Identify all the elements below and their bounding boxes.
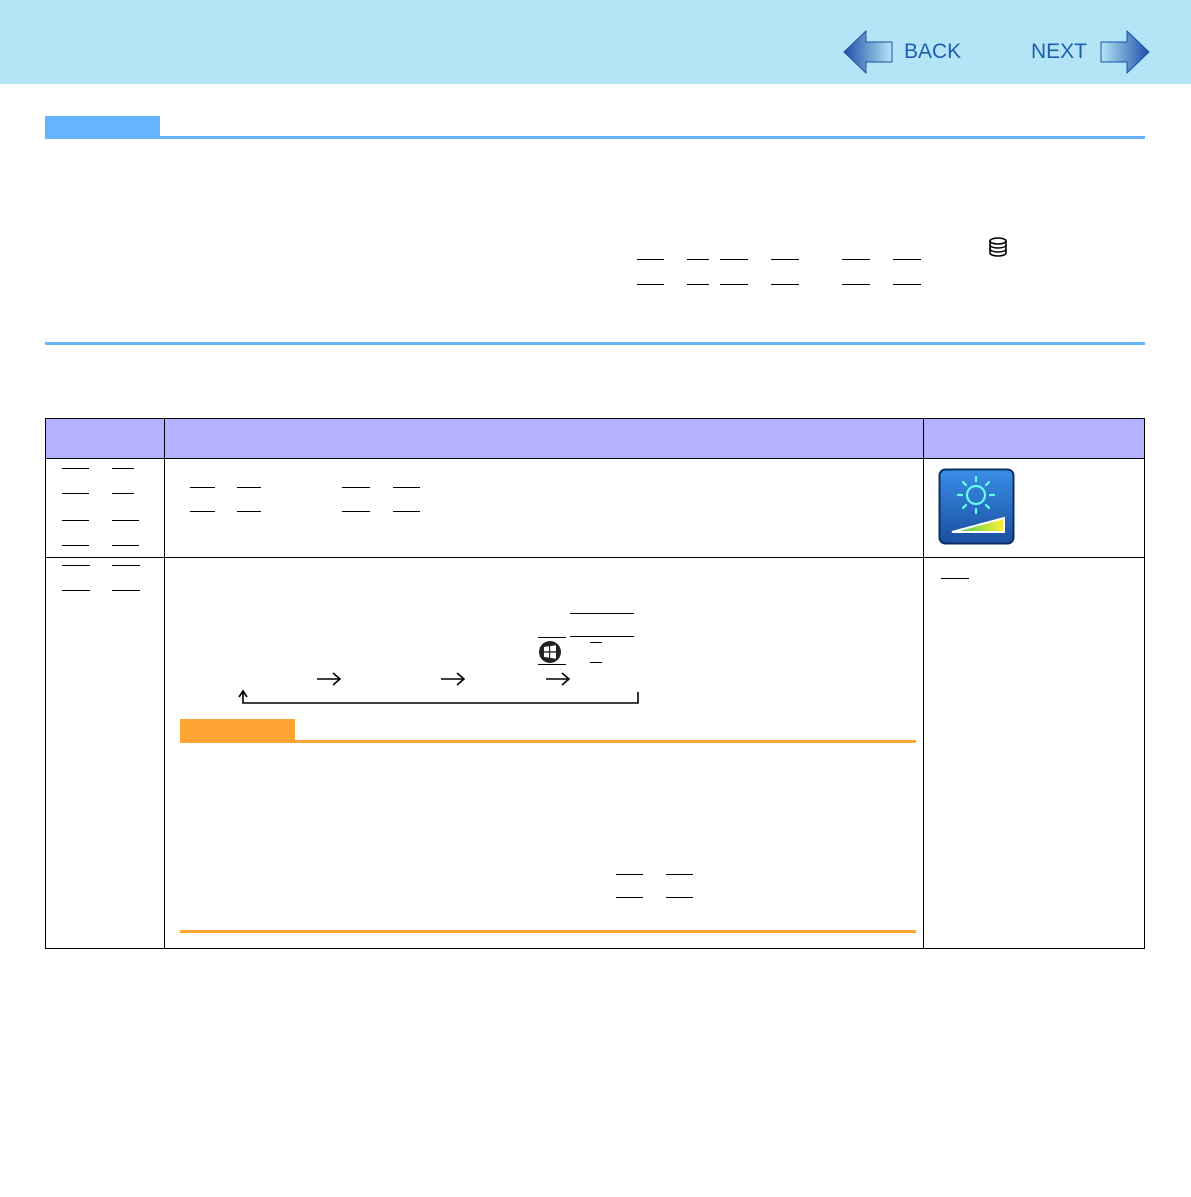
key-outline: [112, 590, 140, 591]
key-outline: [62, 493, 89, 494]
key-outline: [720, 284, 748, 285]
section-divider: [45, 342, 1145, 345]
section-rule: [45, 136, 1145, 139]
key-outline: [666, 897, 693, 898]
table-cell: [163, 557, 925, 949]
key-outline: [393, 511, 420, 512]
table-cell: [923, 557, 1145, 949]
back-label: BACK: [904, 40, 962, 63]
table-cell: [45, 458, 165, 558]
key-outline: [112, 493, 134, 494]
key-outline: [666, 874, 693, 875]
database-icon: [989, 237, 1007, 257]
key-outline: [393, 487, 420, 488]
section-tab: [45, 116, 160, 138]
table-cell: [45, 557, 165, 949]
key-outline: [62, 520, 89, 521]
key-outline: [112, 468, 134, 469]
caution-tab: [180, 719, 295, 741]
key-outline: [342, 487, 370, 488]
key-outline: [771, 259, 799, 260]
key-outline: [941, 578, 969, 579]
windows-logo-icon: [539, 641, 561, 663]
cycle-arrows-diagram: [238, 672, 639, 704]
table-header-cell: [163, 418, 925, 459]
caution-rule-bottom: [180, 930, 916, 933]
next-button[interactable]: NEXT: [1031, 29, 1151, 75]
key-outline: [842, 259, 870, 260]
key-outline: [112, 520, 139, 521]
key-outline: [62, 468, 89, 469]
table-cell: [163, 458, 925, 558]
next-label: NEXT: [1031, 40, 1088, 63]
key-outline: [342, 511, 370, 512]
key-outline: [590, 662, 602, 663]
key-outline: [687, 284, 709, 285]
key-outline: [538, 637, 566, 638]
key-outline: [62, 590, 90, 591]
key-outline: [616, 874, 643, 875]
key-outline: [190, 487, 215, 488]
table-row: [45, 557, 1145, 949]
caution-rule-top: [180, 740, 916, 743]
key-outline: [893, 259, 921, 260]
key-outline: [237, 511, 261, 512]
table-header-row: [45, 418, 1145, 459]
key-outline: [590, 642, 602, 643]
key-outline: [842, 284, 870, 285]
key-outline: [616, 897, 643, 898]
key-outline: [190, 511, 215, 512]
key-outline: [570, 613, 634, 614]
key-outline: [637, 284, 664, 285]
key-outline: [112, 545, 139, 546]
next-arrow-icon: [1100, 29, 1150, 75]
brightness-icon: [938, 468, 1015, 545]
key-outline: [62, 565, 90, 566]
table-header-cell: [45, 418, 165, 459]
table-header-cell: [923, 418, 1145, 459]
key-outline: [538, 664, 566, 665]
key-outline: [237, 487, 261, 488]
key-outline: [112, 565, 140, 566]
key-outline: [62, 545, 89, 546]
key-outline: [771, 284, 799, 285]
key-outline: [637, 259, 664, 260]
key-outline: [893, 284, 921, 285]
key-outline: [570, 636, 634, 637]
back-arrow-icon: [843, 29, 893, 75]
key-outline: [687, 259, 709, 260]
back-button[interactable]: BACK: [842, 29, 961, 75]
key-outline: [720, 259, 748, 260]
header-bar: [0, 0, 1191, 84]
